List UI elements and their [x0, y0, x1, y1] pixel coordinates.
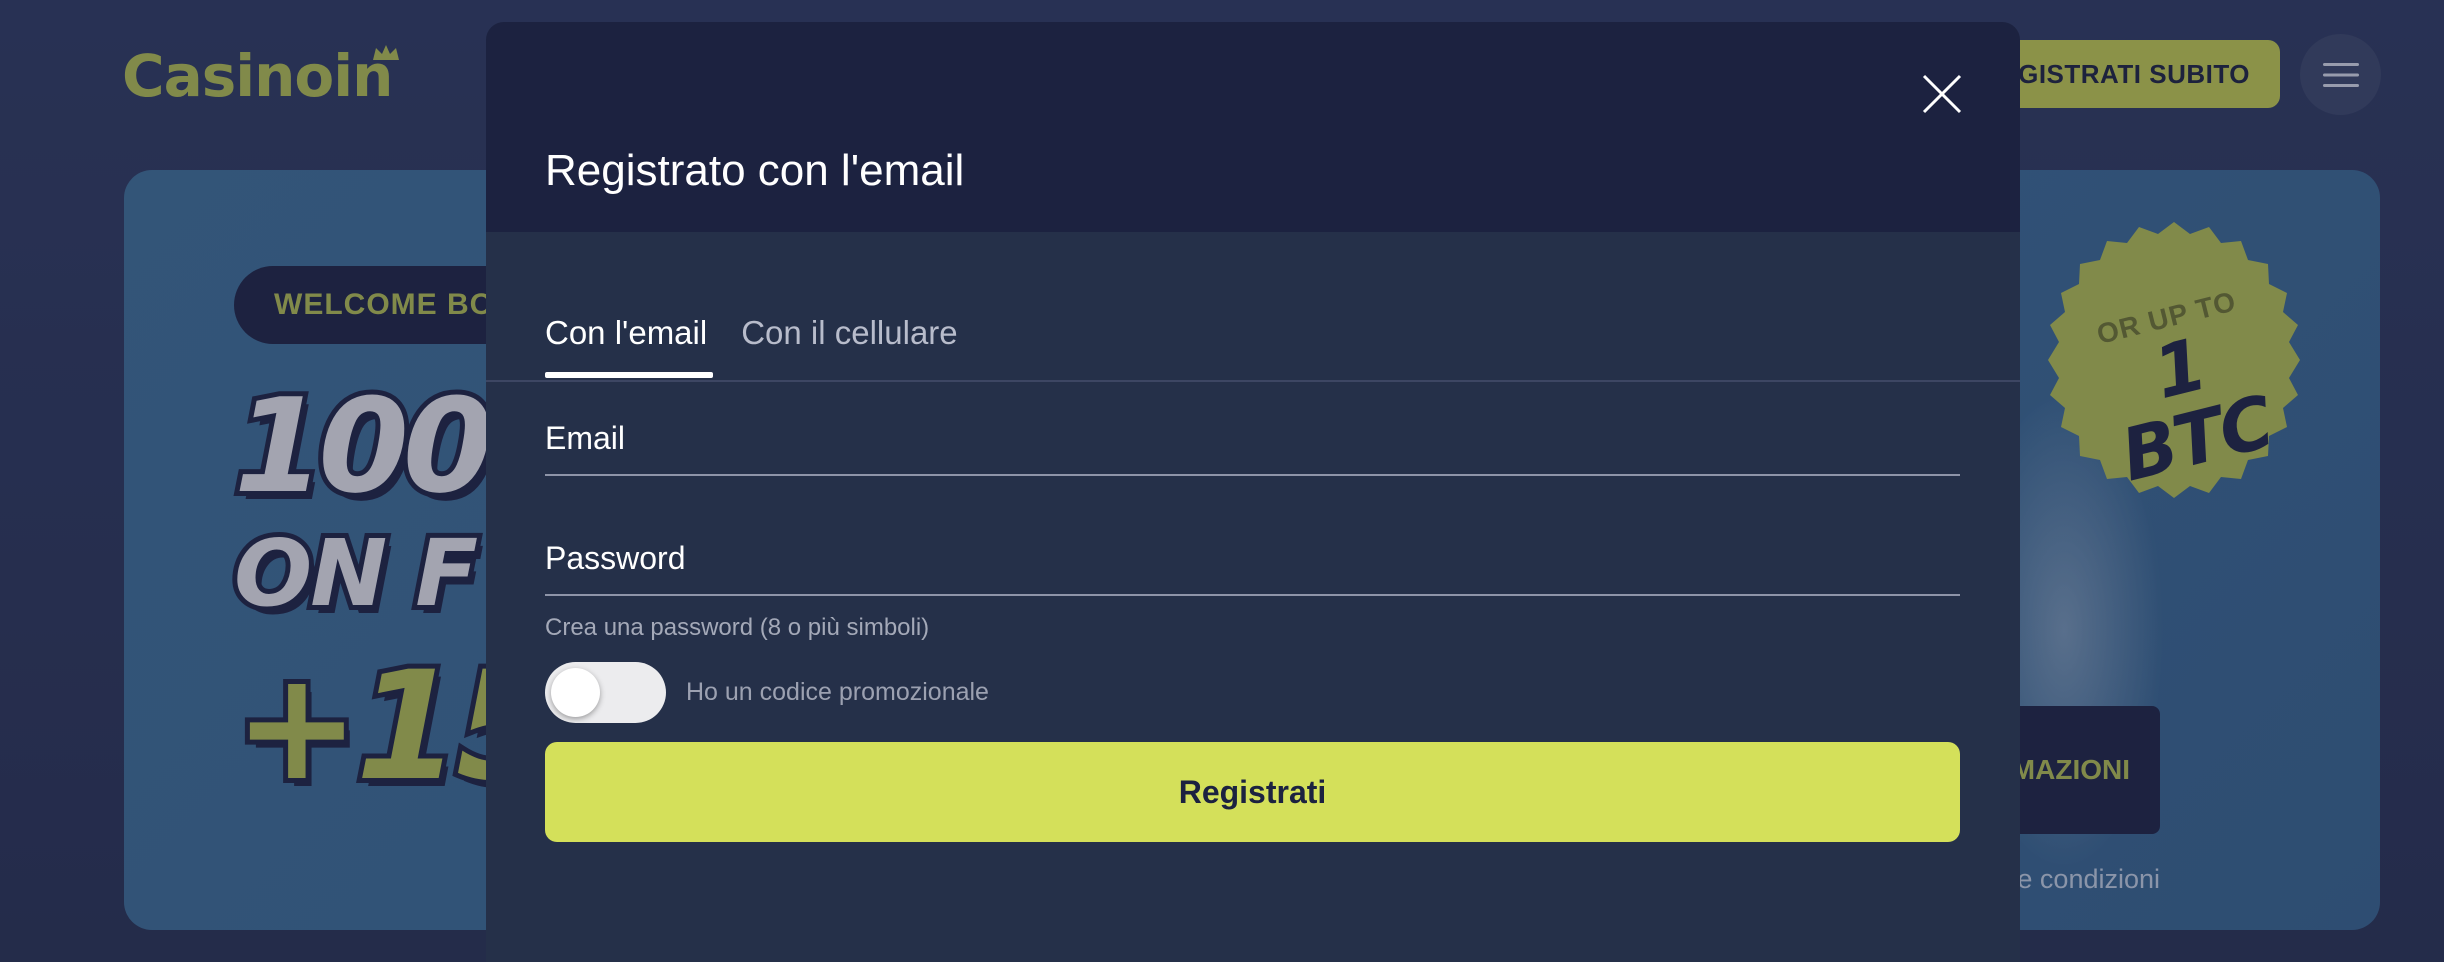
tabs-divider [486, 380, 2020, 382]
toggle-knob [551, 668, 600, 717]
close-button[interactable] [1916, 68, 1968, 120]
password-hint: Crea una password (8 o più simboli) [545, 614, 930, 641]
tab-email[interactable]: Con l'email [545, 314, 714, 378]
close-icon [1922, 74, 1962, 114]
password-field-group [545, 536, 1960, 596]
tab-phone[interactable]: Con il cellulare [741, 314, 957, 378]
promo-code-toggle[interactable] [545, 662, 666, 723]
email-field-group [545, 416, 1960, 476]
modal-title: Registrato con l'email [545, 146, 965, 195]
registration-tabs: Con l'email Con il cellulare [545, 314, 958, 378]
register-submit-button[interactable]: Registrati [545, 742, 1960, 842]
password-field[interactable] [545, 536, 1960, 596]
promo-code-label: Ho un codice promozionale [686, 678, 989, 706]
registration-modal: Registrato con l'email Con l'email Con i… [486, 22, 2020, 962]
modal-header: Registrato con l'email [486, 22, 2020, 232]
promo-code-row: Ho un codice promozionale [545, 662, 989, 723]
email-field[interactable] [545, 416, 1960, 476]
